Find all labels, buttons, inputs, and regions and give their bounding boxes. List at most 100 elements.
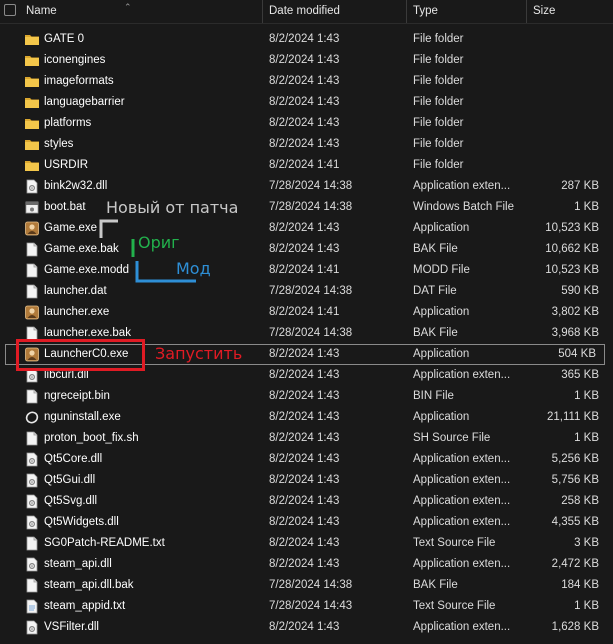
file-type: BAK File: [413, 327, 458, 339]
file-type: Application: [413, 411, 470, 423]
file-date-modified: 8/2/2024 1:43: [269, 348, 340, 360]
file-row[interactable]: launcher.dat 7/28/2024 14:38 DAT File 590 K…: [0, 281, 613, 302]
column-header-bar: Name ⌃ Date modified Type Size: [0, 0, 613, 24]
file-date-modified: 7/28/2024 14:38: [269, 201, 353, 213]
select-all-checkbox[interactable]: [4, 4, 16, 16]
folder-icon: [24, 32, 40, 47]
file-row[interactable]: USRDIR 8/2/2024 1:41 File folder: [0, 155, 613, 176]
file-name: VSFilter.dll: [44, 621, 99, 633]
file-type: Application exten...: [413, 516, 511, 528]
file-type: Application exten...: [413, 621, 511, 633]
file-name: Qt5Svg.dll: [44, 495, 98, 507]
file-row[interactable]: SG0Patch-README.txt 8/2/2024 1:43 Text Sou…: [0, 533, 613, 554]
annotation-red-box: [16, 339, 145, 371]
file-size: 10,662 KB: [545, 243, 599, 255]
file-type: BAK File: [413, 243, 458, 255]
file-date-modified: 8/2/2024 1:43: [269, 138, 340, 150]
file-icon: [24, 431, 40, 446]
file-row[interactable]: Qt5Core.dll 8/2/2024 1:43 Application exte…: [0, 449, 613, 470]
column-header-size[interactable]: Size: [526, 0, 613, 23]
file-date-modified: 8/2/2024 1:43: [269, 411, 340, 423]
file-row[interactable]: Qt5Gui.dll 8/2/2024 1:43 Application exten…: [0, 470, 613, 491]
dll-icon: [24, 620, 40, 635]
dll-icon: [24, 557, 40, 572]
file-row[interactable]: styles 8/2/2024 1:43 File folder: [0, 134, 613, 155]
annotation-launch: Запустить: [155, 344, 243, 363]
file-row[interactable]: steam_api.dll 8/2/2024 1:43 Application ex…: [0, 554, 613, 575]
file-type: File folder: [413, 75, 464, 87]
file-row[interactable]: boot.bat 7/28/2024 14:38 Windows Batch Fil…: [0, 197, 613, 218]
file-date-modified: 8/2/2024 1:43: [269, 33, 340, 45]
file-size: 287 KB: [561, 180, 599, 192]
file-type: Application exten...: [413, 474, 511, 486]
file-row[interactable]: Game.exe.bak 8/2/2024 1:43 BAK File 10,662 …: [0, 239, 613, 260]
file-row[interactable]: nguninstall.exe 8/2/2024 1:43 Application 2…: [0, 407, 613, 428]
file-row[interactable]: Qt5Widgets.dll 8/2/2024 1:43 Application e…: [0, 512, 613, 533]
game-exe-icon: [24, 305, 40, 320]
file-name: bink2w32.dll: [44, 180, 108, 192]
file-icon: [24, 242, 40, 257]
file-size: 1 KB: [574, 432, 599, 444]
column-header-date[interactable]: Date modified: [262, 0, 406, 23]
file-icon: [24, 578, 40, 593]
file-date-modified: 8/2/2024 1:43: [269, 495, 340, 507]
column-header-name-label: Name: [26, 5, 57, 17]
file-name: steam_api.dll.bak: [44, 579, 134, 591]
file-type: SH Source File: [413, 432, 491, 444]
column-header-name[interactable]: Name: [20, 0, 262, 23]
file-date-modified: 8/2/2024 1:43: [269, 222, 340, 234]
file-row[interactable]: launcher.exe 8/2/2024 1:41 Application 3,80…: [0, 302, 613, 323]
file-date-modified: 7/28/2024 14:38: [269, 579, 353, 591]
file-row[interactable]: platforms 8/2/2024 1:43 File folder: [0, 113, 613, 134]
file-date-modified: 8/2/2024 1:43: [269, 243, 340, 255]
file-row[interactable]: ngreceipt.bin 8/2/2024 1:43 BIN File 1 KB: [0, 386, 613, 407]
file-row[interactable]: bink2w32.dll 7/28/2024 14:38 Application e…: [0, 176, 613, 197]
file-row[interactable]: Game.exe.modd 8/2/2024 1:41 MODD File 10,52…: [0, 260, 613, 281]
file-size: 590 KB: [561, 285, 599, 297]
file-name: Qt5Core.dll: [44, 453, 103, 465]
file-name: launcher.dat: [44, 285, 107, 297]
file-size: 1 KB: [574, 390, 599, 402]
file-list: GATE 0 8/2/2024 1:43 File folder iconengine…: [0, 29, 613, 638]
file-name: platforms: [44, 117, 92, 129]
file-row[interactable]: steam_appid.txt 7/28/2024 14:43 Text Sourc…: [0, 596, 613, 617]
file-type: Application: [413, 222, 470, 234]
file-size: 1,628 KB: [551, 621, 599, 633]
file-type: Application exten...: [413, 369, 511, 381]
file-name: Game.exe.modd: [44, 264, 130, 276]
file-row[interactable]: iconengines 8/2/2024 1:43 File folder: [0, 50, 613, 71]
file-name: proton_boot_fix.sh: [44, 432, 139, 444]
file-type: BAK File: [413, 579, 458, 591]
file-type: DAT File: [413, 285, 457, 297]
file-row[interactable]: proton_boot_fix.sh 8/2/2024 1:43 SH Source…: [0, 428, 613, 449]
column-header-type-label: Type: [413, 5, 438, 17]
file-row[interactable]: imageformats 8/2/2024 1:43 File folder: [0, 71, 613, 92]
folder-icon: [24, 137, 40, 152]
file-row[interactable]: VSFilter.dll 8/2/2024 1:43 Application ext…: [0, 617, 613, 638]
file-date-modified: 8/2/2024 1:41: [269, 306, 340, 318]
file-date-modified: 8/2/2024 1:43: [269, 432, 340, 444]
file-type: File folder: [413, 33, 464, 45]
file-row[interactable]: GATE 0 8/2/2024 1:43 File folder: [0, 29, 613, 50]
file-row[interactable]: languagebarrier 8/2/2024 1:43 File folder: [0, 92, 613, 113]
file-icon: [24, 263, 40, 278]
folder-icon: [24, 74, 40, 89]
file-size: 3,968 KB: [551, 327, 599, 339]
file-name: nguninstall.exe: [44, 411, 121, 423]
file-name: Game.exe.bak: [44, 243, 119, 255]
file-name: steam_api.dll: [44, 558, 112, 570]
file-size: 365 KB: [561, 369, 599, 381]
column-header-date-label: Date modified: [269, 5, 340, 17]
file-name: Qt5Gui.dll: [44, 474, 96, 486]
file-date-modified: 7/28/2024 14:38: [269, 180, 353, 192]
file-row[interactable]: Game.exe 8/2/2024 1:43 Application 10,523 K…: [0, 218, 613, 239]
file-row[interactable]: Qt5Svg.dll 8/2/2024 1:43 Application exten…: [0, 491, 613, 512]
file-type: File folder: [413, 159, 464, 171]
column-header-type[interactable]: Type: [406, 0, 526, 23]
folder-icon: [24, 53, 40, 68]
txt-icon: [24, 599, 40, 614]
file-type: Application: [413, 348, 470, 360]
file-date-modified: 7/28/2024 14:43: [269, 600, 353, 612]
file-row[interactable]: steam_api.dll.bak 7/28/2024 14:38 BAK File…: [0, 575, 613, 596]
file-name: GATE 0: [44, 33, 85, 45]
